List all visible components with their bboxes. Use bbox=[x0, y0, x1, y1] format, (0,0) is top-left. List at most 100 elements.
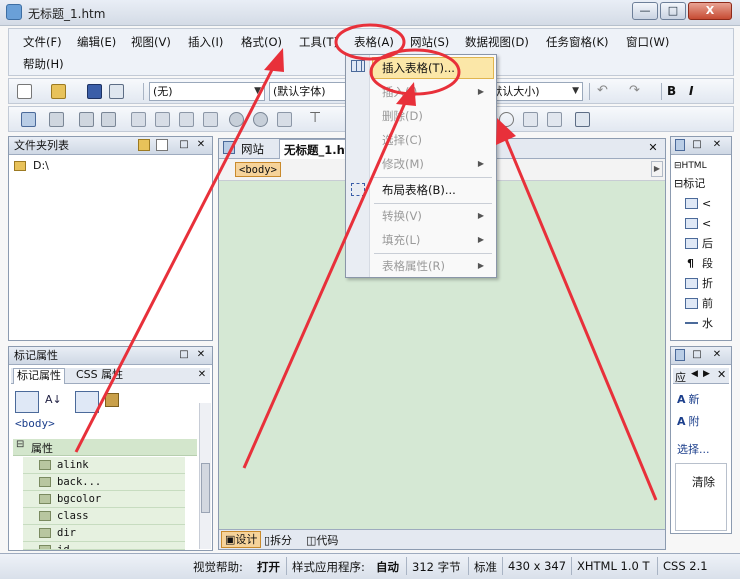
categorized-view-icon[interactable] bbox=[15, 391, 39, 413]
minimize-button[interactable]: — bbox=[632, 2, 658, 20]
tab-tag-properties[interactable]: 标记属性 bbox=[13, 368, 65, 384]
undo-icon[interactable]: ↶ bbox=[597, 84, 612, 99]
css-schema[interactable]: CSS 2.1 bbox=[663, 559, 708, 573]
size-select[interactable]: (默认大小) ▼ bbox=[483, 82, 583, 101]
close-icon[interactable]: ✕ bbox=[711, 349, 723, 361]
menu-site[interactable]: 网站(S) bbox=[408, 32, 451, 52]
property-row[interactable]: dir bbox=[23, 525, 185, 542]
property-row[interactable]: back... bbox=[23, 474, 185, 491]
menu-insert-table[interactable]: 插入表格(T)... bbox=[382, 58, 455, 78]
attach-style-link[interactable]: A附 bbox=[677, 413, 700, 431]
menu-table-select[interactable]: 选择(C) bbox=[382, 130, 422, 150]
menu-tools[interactable]: 工具(T) bbox=[297, 32, 340, 52]
maximize-button[interactable]: □ bbox=[660, 2, 686, 20]
attributes-section[interactable]: ⊟ 属性 bbox=[13, 439, 197, 456]
menu-format[interactable]: 格式(O) bbox=[239, 32, 284, 52]
menu-insert[interactable]: 插入(I) bbox=[186, 32, 225, 52]
chevron-left-icon[interactable]: ◀ bbox=[691, 369, 698, 379]
menu-table-modify[interactable]: 修改(M) ▶ bbox=[382, 154, 492, 174]
close-icon[interactable]: ✕ bbox=[195, 139, 207, 151]
toolbox-item[interactable]: < bbox=[685, 195, 711, 213]
clear-styles-item[interactable]: 清除 bbox=[692, 474, 715, 490]
menu-task-pane[interactable]: 任务窗格(K) bbox=[544, 32, 611, 52]
property-row[interactable]: bgcolor bbox=[23, 491, 185, 508]
menu-table-fill[interactable]: 填充(L) ▶ bbox=[382, 230, 492, 250]
vertical-scrollbar[interactable] bbox=[199, 403, 211, 549]
crop-icon[interactable] bbox=[277, 112, 292, 127]
collapse-icon[interactable]: ⊟ bbox=[16, 439, 24, 450]
breadcrumb-body-tag[interactable]: <body> bbox=[235, 162, 281, 177]
close-icon[interactable]: ✕ bbox=[711, 139, 723, 151]
menu-file[interactable]: 文件(F) bbox=[21, 32, 64, 52]
save-icon[interactable] bbox=[87, 84, 102, 99]
brightness-icon[interactable] bbox=[253, 112, 268, 127]
italic-icon[interactable]: I bbox=[689, 84, 704, 99]
toolbox-item[interactable]: < bbox=[685, 215, 711, 233]
restore-icon[interactable]: □ bbox=[691, 349, 703, 361]
menu-table-insert[interactable]: 插入(I) ▶ bbox=[382, 82, 492, 102]
new-style-link[interactable]: A新 bbox=[677, 391, 700, 409]
property-row[interactable]: alink bbox=[23, 457, 185, 474]
close-button[interactable]: X bbox=[688, 2, 732, 20]
menu-view[interactable]: 视图(V) bbox=[129, 32, 173, 52]
tab-apply-styles[interactable]: 应 bbox=[675, 369, 686, 385]
chevron-right-icon[interactable]: ▶ bbox=[651, 161, 663, 177]
page-dimensions[interactable]: 430 x 347 bbox=[508, 559, 566, 573]
property-row[interactable]: class bbox=[23, 508, 185, 525]
menu-edit[interactable]: 编辑(E) bbox=[75, 32, 118, 52]
new-page-icon[interactable] bbox=[17, 84, 32, 99]
toolbox-item[interactable]: 折 bbox=[685, 275, 713, 293]
resample-icon[interactable] bbox=[575, 112, 590, 127]
toolbox-category[interactable]: ⊟HTML bbox=[674, 157, 707, 175]
close-icon[interactable]: ✕ bbox=[196, 369, 208, 381]
select-options-link[interactable]: 选择... bbox=[677, 441, 710, 459]
menu-table-properties[interactable]: 表格属性(R) ▶ bbox=[382, 256, 492, 276]
tab-split-view[interactable]: ▯拆分 bbox=[264, 532, 292, 548]
rotate-right-icon[interactable] bbox=[155, 112, 170, 127]
image-icon[interactable] bbox=[21, 112, 36, 127]
menu-table-convert[interactable]: 转换(V) ▶ bbox=[382, 206, 492, 226]
rotate-left-icon[interactable] bbox=[131, 112, 146, 127]
toolbox-item[interactable]: 前 bbox=[685, 295, 713, 313]
menu-window[interactable]: 窗口(W) bbox=[624, 32, 671, 52]
visual-aid-value[interactable]: 打开 bbox=[257, 559, 280, 575]
tab-css-properties[interactable]: CSS 属性 bbox=[73, 368, 126, 384]
tab-design-view[interactable]: ▣设计 bbox=[221, 531, 262, 548]
style-app-value[interactable]: 自动 bbox=[376, 559, 399, 575]
close-icon[interactable]: ✕ bbox=[195, 349, 207, 361]
style-select[interactable]: (无) ▼ bbox=[149, 82, 265, 101]
bring-forward-icon[interactable] bbox=[79, 112, 94, 127]
flip-vertical-icon[interactable] bbox=[203, 112, 218, 127]
menu-layout-table[interactable]: 布局表格(B)... bbox=[382, 180, 456, 200]
redo-icon[interactable]: ↷ bbox=[629, 84, 644, 99]
chevron-right-icon[interactable]: ▶ bbox=[703, 369, 710, 379]
show-set-properties-icon[interactable] bbox=[75, 391, 99, 413]
bold-icon[interactable]: B bbox=[667, 84, 682, 99]
open-folder-icon[interactable] bbox=[51, 84, 66, 99]
doctype-schema[interactable]: XHTML 1.0 T bbox=[577, 559, 650, 573]
sort-az-icon[interactable]: A↓ bbox=[45, 393, 62, 406]
tab-code-view[interactable]: ◫代码 bbox=[306, 532, 338, 548]
layer-icon[interactable] bbox=[49, 112, 64, 127]
tab-site[interactable]: 网站 bbox=[241, 141, 264, 157]
menu-table[interactable]: 表格(A) bbox=[352, 32, 396, 52]
polygon-hotspot-icon[interactable] bbox=[523, 112, 538, 127]
scrollbar-thumb[interactable] bbox=[201, 463, 210, 513]
restore-icon[interactable]: □ bbox=[178, 349, 190, 361]
new-folder-icon[interactable] bbox=[138, 139, 150, 151]
toolbox-item[interactable]: 水 bbox=[685, 315, 713, 333]
styles-list[interactable]: 清除 bbox=[675, 463, 727, 531]
menu-help[interactable]: 帮助(H) bbox=[21, 54, 66, 74]
restore-icon[interactable]: □ bbox=[691, 139, 703, 151]
flip-icon[interactable] bbox=[179, 112, 194, 127]
restore-icon[interactable]: □ bbox=[178, 139, 190, 151]
toolbox-item[interactable]: 后 bbox=[685, 235, 713, 253]
close-icon[interactable]: ✕ bbox=[647, 142, 659, 154]
style-tool-icon[interactable] bbox=[105, 393, 119, 407]
highlight-hotspot-icon[interactable] bbox=[547, 112, 562, 127]
drive-label[interactable]: D:\ bbox=[33, 159, 49, 172]
new-page-icon[interactable] bbox=[156, 139, 168, 151]
menu-data-view[interactable]: 数据视图(D) bbox=[463, 32, 531, 52]
toolbox-item[interactable]: ¶ 段 bbox=[685, 255, 713, 273]
close-icon[interactable]: ✕ bbox=[717, 368, 726, 381]
